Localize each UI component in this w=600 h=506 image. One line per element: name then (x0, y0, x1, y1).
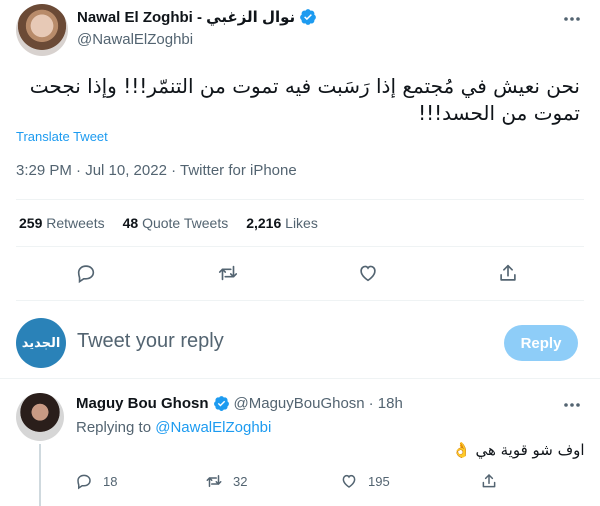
like-action[interactable]: 195 (340, 472, 390, 490)
retweets-stat[interactable]: 259 Retweets (19, 215, 105, 231)
share-icon[interactable] (497, 262, 519, 284)
divider (16, 246, 584, 247)
more-options-icon[interactable] (561, 10, 583, 28)
like-icon (340, 472, 358, 490)
quote-tweets-stat[interactable]: 48 Quote Tweets (123, 215, 229, 231)
reply-icon[interactable] (75, 262, 97, 284)
reply-icon (75, 472, 93, 490)
tweet-actions (0, 262, 600, 284)
avatar[interactable] (16, 4, 68, 56)
author-row[interactable]: Nawal El Zoghbi - نوال الزغبي (77, 8, 317, 26)
like-count: 195 (368, 473, 390, 489)
reply-author-row: Maguy Bou Ghosn @MaguyBouGhosn · 18h (76, 395, 403, 412)
tweet-stats: 259 Retweets 48 Quote Tweets 2,216 Likes (19, 215, 318, 231)
like-icon[interactable] (357, 262, 379, 284)
reply-text: اوف شو قوية هي 👌 (452, 441, 585, 459)
reply-button[interactable]: Reply (504, 325, 578, 361)
retweet-action[interactable]: 32 (205, 472, 247, 490)
author-handle[interactable]: @NawalElZoghbi (77, 31, 193, 48)
retweet-count: 32 (233, 473, 248, 489)
translate-tweet-link[interactable]: Translate Tweet (16, 129, 108, 144)
divider (16, 300, 584, 301)
retweet-icon (205, 472, 223, 490)
current-user-avatar[interactable]: الجديد (16, 318, 66, 368)
reply-actions: 18 32 195 (0, 472, 600, 492)
replying-to: Replying to @NawalElZoghbi (76, 419, 272, 436)
mention-link[interactable]: @NawalElZoghbi (155, 419, 271, 436)
retweet-icon[interactable] (217, 262, 239, 284)
display-name[interactable]: Maguy Bou Ghosn (76, 395, 209, 412)
likes-stat[interactable]: 2,216 Likes (246, 215, 318, 231)
reply-composer: الجديد Tweet your reply Reply (0, 310, 600, 374)
share-icon (480, 472, 498, 490)
reply-count: 18 (103, 473, 118, 489)
verified-badge-icon (299, 8, 317, 26)
share-action[interactable] (480, 472, 498, 490)
display-name[interactable]: Nawal El Zoghbi - نوال الزغبي (77, 8, 295, 26)
tweet-time[interactable]: · 18h (369, 395, 403, 412)
tweet-text: نحن نعيش في مُجتمع إذا رَسَبت فيه تموت م… (29, 74, 580, 125)
reply-input[interactable]: Tweet your reply (77, 330, 224, 353)
more-options-icon[interactable] (561, 396, 583, 414)
reply-tweet: Maguy Bou Ghosn @MaguyBouGhosn · 18h Rep… (0, 378, 600, 506)
verified-badge-icon (213, 395, 230, 412)
tweet-timestamp[interactable]: 3:29 PM · Jul 10, 2022 · Twitter for iPh… (16, 162, 297, 179)
divider (16, 199, 584, 200)
avatar[interactable] (16, 393, 64, 441)
author-handle[interactable]: @MaguyBouGhosn (234, 395, 365, 412)
reply-action[interactable]: 18 (75, 472, 117, 490)
